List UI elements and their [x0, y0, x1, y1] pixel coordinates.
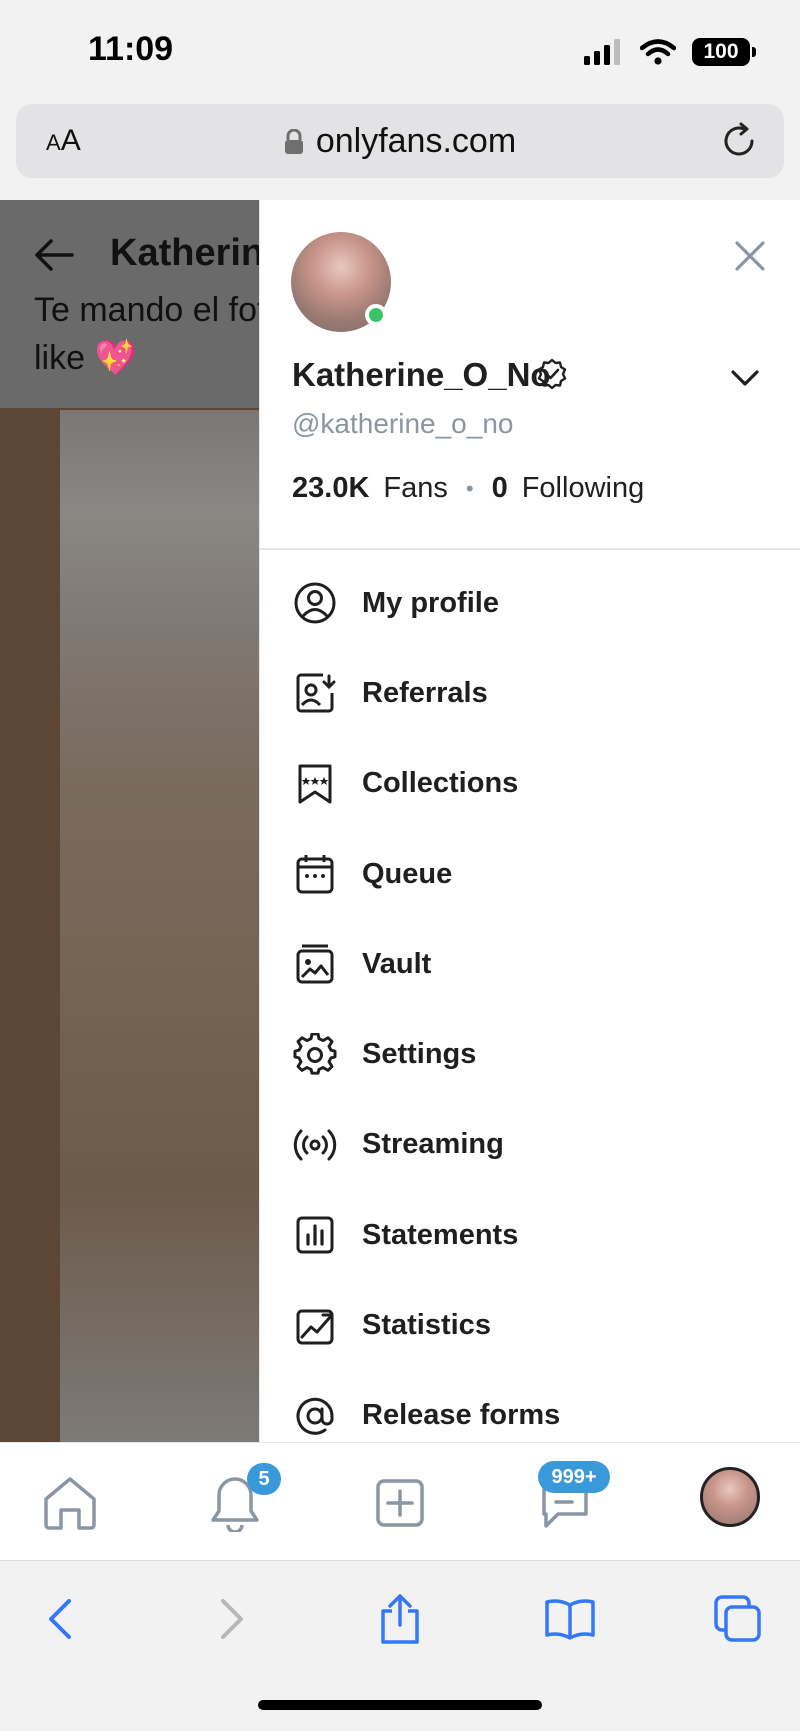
back-arrow-icon[interactable] [34, 238, 74, 272]
menu-item-release-forms[interactable]: Release forms [260, 1371, 800, 1442]
fans-count[interactable]: 23.0K [292, 472, 369, 505]
menu-item-collections[interactable]: Collections [260, 739, 800, 829]
fans-label[interactable]: Fans [383, 472, 447, 505]
at-icon [292, 1393, 338, 1439]
menu-item-statements[interactable]: Statements [260, 1190, 800, 1280]
book-icon [545, 1599, 595, 1640]
menu-item-label: Release forms [362, 1399, 561, 1432]
menu-item-label: Queue [362, 857, 453, 890]
drawer-divider [260, 548, 800, 550]
menu-item-label: Vault [362, 947, 432, 980]
menu-item-label: Statistics [362, 1309, 491, 1342]
share-button[interactable] [370, 1589, 430, 1649]
messages-badge: 999+ [538, 1461, 610, 1493]
menu-item-streaming[interactable]: Streaming [260, 1100, 800, 1190]
url-text: onlyfans.com [315, 122, 517, 160]
post-text: Te mando el fot like 💖 [0, 291, 260, 408]
menu-item-settings[interactable]: Settings [260, 1009, 800, 1099]
streaming-icon [292, 1122, 338, 1168]
background-page-title: Katherin [110, 232, 260, 274]
battery-level: 100 [703, 40, 739, 63]
post-image [60, 410, 260, 1442]
browser-forward-button[interactable] [202, 1589, 262, 1649]
background-page: Katherin Te mando el fot like 💖 [0, 200, 260, 1442]
notifications-badge: 5 [247, 1463, 281, 1495]
url-display[interactable]: onlyfans.com [16, 122, 784, 161]
menu-item-label: Settings [362, 1038, 477, 1071]
close-icon[interactable] [734, 240, 766, 272]
browser-back-button[interactable] [30, 1589, 90, 1649]
verified-icon [537, 358, 567, 390]
menu-item-label: Streaming [362, 1128, 504, 1161]
address-bar[interactable]: AA onlyfans.com [16, 104, 784, 178]
add-post-icon [376, 1479, 424, 1527]
home-icon [44, 1477, 96, 1530]
menu-item-my-profile[interactable]: My profile [260, 558, 800, 648]
profile-stats: 23.0K Fans • 0 Following [292, 472, 644, 505]
tabs-icon [714, 1595, 761, 1642]
chevron-down-icon[interactable] [730, 368, 760, 388]
post-text-line-1: Te mando el fot [34, 291, 260, 329]
statements-icon [292, 1212, 338, 1258]
tabs-button[interactable] [708, 1589, 768, 1649]
bottom-tab-bar: 5 999+ [0, 1442, 800, 1560]
post-text-line-2: like 💖 [34, 339, 137, 377]
tab-new-post[interactable] [368, 1471, 432, 1535]
collections-icon [292, 761, 338, 807]
profile-icon [292, 580, 338, 626]
online-status-dot [365, 304, 387, 326]
menu-item-label: Collections [362, 767, 519, 800]
referrals-icon [292, 670, 338, 716]
menu-item-label: Statements [362, 1218, 519, 1251]
menu-item-statistics[interactable]: Statistics [260, 1280, 800, 1370]
cellular-signal-icon [584, 39, 620, 65]
menu-item-queue[interactable]: Queue [260, 829, 800, 919]
share-icon [381, 1594, 419, 1644]
tab-home[interactable] [38, 1471, 102, 1535]
vault-icon [292, 941, 338, 987]
battery-indicator: 100 [692, 38, 756, 66]
drawer-menu: My profile Referrals Collections Queue V… [260, 558, 800, 1442]
menu-item-referrals[interactable]: Referrals [260, 648, 800, 738]
bookmarks-button[interactable] [540, 1589, 600, 1649]
gear-icon [292, 1032, 338, 1078]
statistics-icon [292, 1303, 338, 1349]
calendar-icon [292, 851, 338, 897]
account-drawer: Katherine_O_No @katherine_o_no 23.0K Fan… [259, 200, 800, 1442]
status-bar: 11:09 100 [0, 0, 800, 100]
wifi-icon [640, 39, 676, 65]
profile-handle[interactable]: @katherine_o_no [292, 408, 513, 440]
menu-item-label: My profile [362, 586, 499, 619]
reload-icon[interactable] [720, 122, 758, 160]
lock-icon [284, 128, 303, 154]
menu-item-vault[interactable]: Vault [260, 919, 800, 1009]
following-label[interactable]: Following [522, 472, 645, 505]
stats-separator: • [465, 475, 474, 501]
chevron-right-icon [221, 1599, 243, 1639]
status-icons: 100 [584, 38, 756, 66]
chevron-left-icon [49, 1599, 71, 1639]
following-count[interactable]: 0 [492, 472, 508, 505]
home-indicator[interactable] [258, 1700, 542, 1710]
status-time: 11:09 [88, 30, 174, 68]
tab-profile-avatar[interactable] [700, 1467, 760, 1527]
profile-display-name[interactable]: Katherine_O_No [292, 356, 551, 394]
menu-item-label: Referrals [362, 676, 488, 709]
